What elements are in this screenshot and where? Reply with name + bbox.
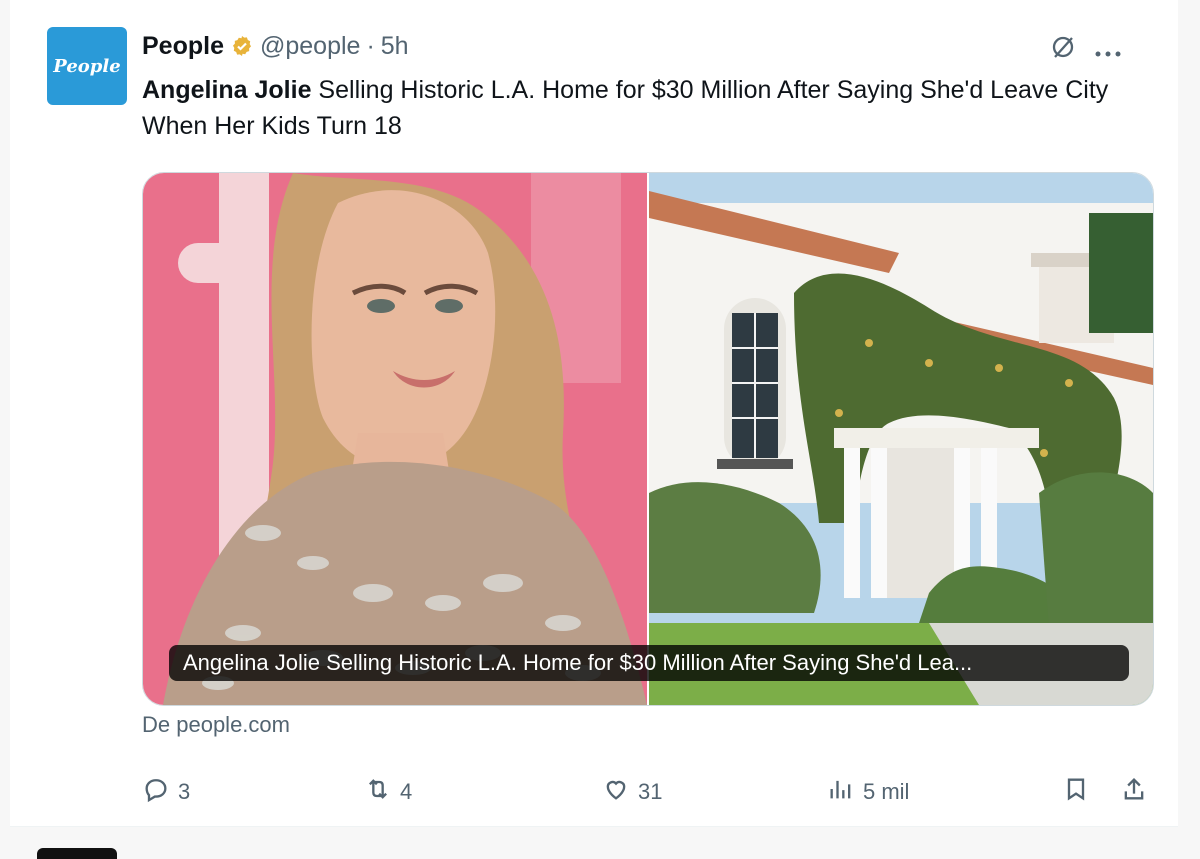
reply-icon bbox=[142, 775, 170, 809]
views-icon bbox=[827, 775, 855, 809]
like-button[interactable]: 31 bbox=[602, 772, 662, 812]
tweet-header: People @people · 5h bbox=[142, 30, 409, 62]
tweet-card[interactable]: People People @people · 5h Angelina Joli… bbox=[10, 0, 1178, 827]
share-button[interactable] bbox=[1120, 772, 1148, 812]
author-name[interactable]: People bbox=[142, 30, 224, 62]
share-icon bbox=[1120, 775, 1148, 809]
tweet-top-actions bbox=[1050, 34, 1122, 64]
left-portrait-image bbox=[143, 173, 647, 705]
repost-count: 4 bbox=[400, 779, 413, 804]
avatar-logo-text: People bbox=[53, 55, 121, 77]
like-count: 31 bbox=[638, 779, 663, 804]
reply-button[interactable]: 3 bbox=[142, 772, 190, 812]
tweet-text: Angelina Jolie Selling Historic L.A. Hom… bbox=[142, 72, 1162, 144]
more-icon[interactable] bbox=[1094, 36, 1122, 62]
reply-count: 3 bbox=[178, 779, 191, 804]
next-tweet-avatar[interactable] bbox=[37, 848, 117, 859]
link-source[interactable]: De people.com bbox=[142, 712, 290, 738]
bookmark-icon bbox=[1062, 775, 1090, 809]
tweet-actions: 3 4 31 5 mil bbox=[142, 772, 1152, 812]
views-button[interactable]: 5 mil bbox=[827, 772, 909, 812]
slashed-circle-icon[interactable] bbox=[1050, 34, 1076, 64]
verified-badge-icon bbox=[230, 34, 254, 58]
link-card-caption: Angelina Jolie Selling Historic L.A. Hom… bbox=[169, 645, 1129, 681]
tweet-text-bold: Angelina Jolie bbox=[142, 76, 312, 104]
right-house-image bbox=[649, 173, 1153, 705]
link-card-media[interactable]: Angelina Jolie Selling Historic L.A. Hom… bbox=[142, 172, 1154, 706]
repost-icon bbox=[364, 775, 392, 809]
timestamp[interactable]: 5h bbox=[381, 30, 409, 62]
separator-dot: · bbox=[366, 32, 375, 60]
author-handle[interactable]: @people bbox=[260, 30, 360, 62]
like-icon bbox=[602, 775, 630, 809]
avatar[interactable]: People bbox=[47, 27, 127, 105]
repost-button[interactable]: 4 bbox=[364, 772, 412, 812]
bookmark-button[interactable] bbox=[1062, 772, 1090, 812]
views-count: 5 mil bbox=[863, 779, 910, 804]
